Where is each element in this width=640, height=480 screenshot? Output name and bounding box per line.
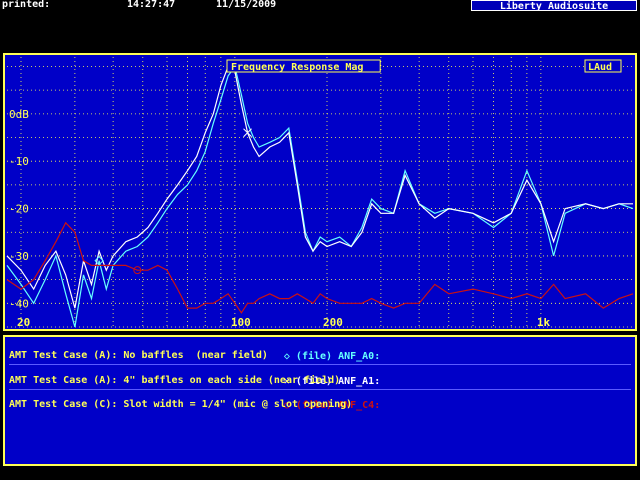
y-tick-label: -40 (9, 297, 29, 310)
corner-label: LAud (588, 62, 612, 73)
legend-entry-0-description: AMT Test Case (A): No baffles (near fiel… (9, 350, 268, 361)
legend-panel: ◇ (file) ANF_A0: AMT Test Case (A): No b… (3, 335, 637, 466)
x-tick-label: 20 (17, 316, 30, 329)
diamond-icon: ◇ (283, 351, 290, 362)
print-date: 11/15/2009 (216, 0, 277, 10)
series-line-1 (6, 65, 633, 309)
y-tick-label: -10 (9, 155, 29, 168)
chart-svg: 0dB -10 -20 -30 -40 20 100 200 1k Frequency Respo… (6, 57, 634, 329)
frequency-response-chart: 0dB -10 -20 -30 -40 20 100 200 1k Frequency Respo… (3, 53, 637, 331)
legend-entry-2-description: AMT Test Case (C): Slot width = 1/4" (mi… (9, 399, 353, 410)
x-tick-label: 1k (537, 316, 551, 329)
brand-badge: Liberty Audiosuite (471, 0, 637, 12)
legend-entry-1-description: AMT Test Case (A): 4" baffles on each si… (9, 375, 341, 386)
legend-entry-0-name: (file) ANF_A0: (295, 351, 381, 362)
y-tick-label: 0dB (9, 108, 29, 121)
y-tick-label: -20 (9, 203, 29, 216)
chart-title: Frequency Response Mag (231, 62, 363, 73)
y-tick-label: -30 (9, 250, 29, 263)
printed-label: printed: (2, 0, 51, 10)
print-time: 14:27:47 (127, 0, 176, 10)
x-tick-label: 200 (323, 316, 343, 329)
series-line-0 (6, 65, 634, 328)
x-tick-label: 100 (231, 316, 251, 329)
